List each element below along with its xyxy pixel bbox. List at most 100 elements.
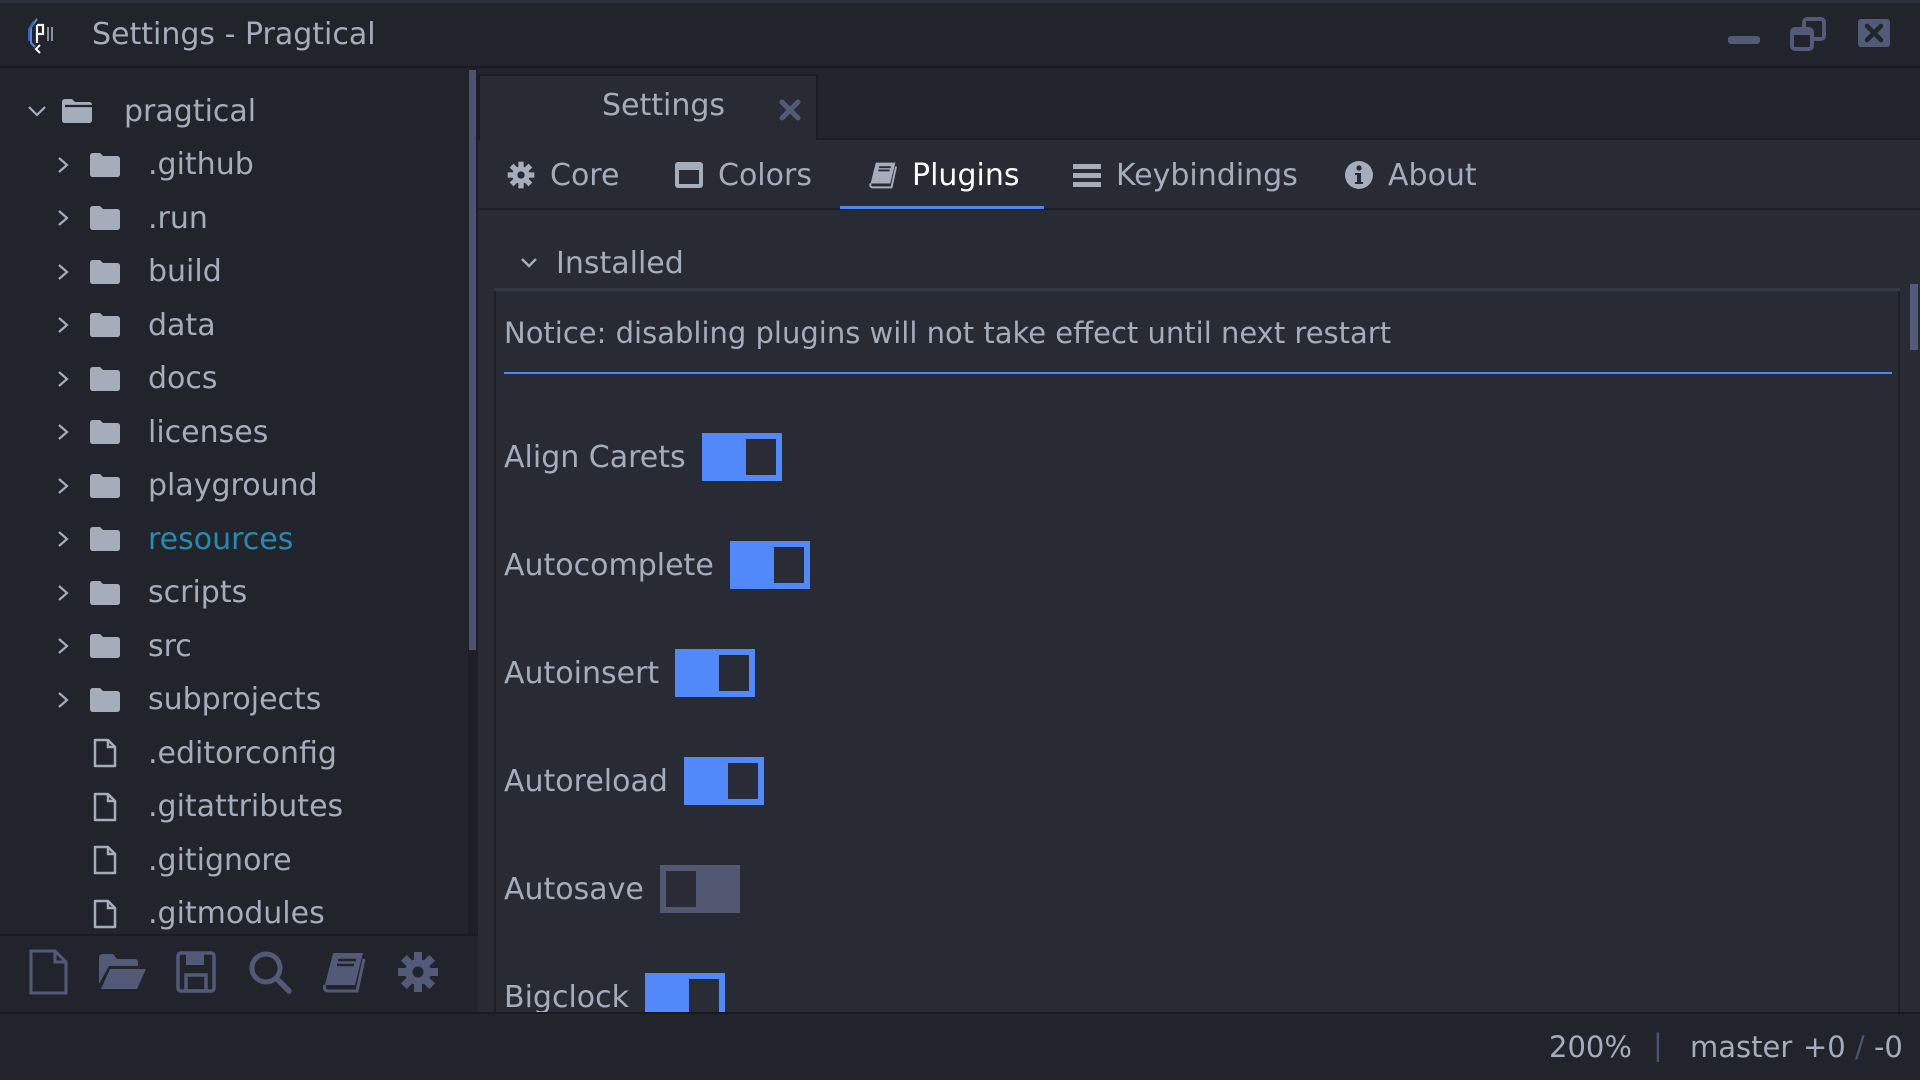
tree-item-label: .editorconfig <box>148 735 337 771</box>
settings-nav: Core Colors Plugins Keybindings About <box>478 140 1920 210</box>
chevron-right-icon[interactable] <box>52 528 74 550</box>
tree-item-label: playground <box>148 468 318 503</box>
tree-item-label: .run <box>148 200 208 236</box>
save-button[interactable] <box>174 950 218 998</box>
folder-icon <box>88 150 122 180</box>
tree-folder-item[interactable]: pragtical <box>26 86 256 136</box>
toggle-knob <box>773 547 804 583</box>
nav-tab-label: About <box>1388 157 1477 193</box>
file-icon <box>88 738 122 768</box>
tree-folder-item[interactable]: .github <box>52 140 254 190</box>
folder-icon <box>88 631 122 661</box>
tree-item-label: .github <box>148 147 254 182</box>
tree-item-label: .gitignore <box>148 842 292 878</box>
notice-divider <box>504 372 1892 374</box>
tree-folder-item[interactable]: playground <box>52 461 318 511</box>
nav-tab-label: Colors <box>718 157 812 193</box>
chevron-right-icon[interactable] <box>52 207 74 229</box>
tree-folder-item[interactable]: resources <box>52 514 293 564</box>
git-branch[interactable]: master <box>1690 1030 1792 1064</box>
plugin-toggle[interactable] <box>729 541 810 589</box>
toggle-knob <box>719 655 750 691</box>
tree-file-item[interactable]: .gitignore <box>52 835 292 885</box>
save-icon <box>176 951 216 997</box>
file-tree-sidebar: pragtical .github .run build data docs license… <box>0 68 468 934</box>
tree-folder-item[interactable]: licenses <box>52 407 268 457</box>
chevron-right-icon[interactable] <box>52 261 74 283</box>
tree-folder-item[interactable]: .run <box>52 193 208 243</box>
status-separator: | <box>1653 1028 1663 1062</box>
new-file-icon <box>28 949 68 999</box>
plugin-label: Bigclock <box>504 979 630 1015</box>
nav-tab-plugins[interactable]: Plugins <box>868 140 1019 210</box>
window-title: Settings - Pragtical <box>92 17 376 52</box>
chevron-right-icon[interactable] <box>52 154 74 176</box>
tab-settings[interactable]: Settings <box>478 74 818 140</box>
git-deletions: -0 <box>1873 1030 1903 1064</box>
folder-icon <box>88 203 122 233</box>
tree-item-label: data <box>148 307 216 343</box>
toggle-knob <box>727 763 758 799</box>
title-bar: Settings - Pragtical <box>0 0 1920 68</box>
tree-folder-item[interactable]: subprojects <box>52 675 321 725</box>
plugin-label: Autoinsert <box>504 655 660 691</box>
close-window-button[interactable] <box>1856 17 1890 51</box>
file-icon <box>88 845 122 875</box>
zoom-level[interactable]: 200% <box>1549 1030 1632 1064</box>
tree-file-item[interactable]: .gitmodules <box>52 889 325 939</box>
tree-folder-item[interactable]: scripts <box>52 568 247 618</box>
tree-folder-item[interactable]: src <box>52 621 192 671</box>
search-button[interactable] <box>248 950 292 998</box>
plugin-toggle[interactable] <box>675 649 756 697</box>
tree-item-label: src <box>148 628 192 664</box>
nav-tab-colors[interactable]: Colors <box>674 140 812 210</box>
installed-section-header[interactable]: Installed <box>518 238 684 288</box>
new-file-button[interactable] <box>26 949 70 999</box>
book-icon <box>868 160 898 190</box>
plugin-row: Autoreload <box>504 757 764 805</box>
git-diff-stats: +0 / -0 <box>1803 1030 1903 1064</box>
restore-button[interactable] <box>1790 17 1826 51</box>
tab-strip: Settings <box>478 68 1920 140</box>
active-tab-indicator <box>840 206 1044 209</box>
chevron-down-icon[interactable] <box>26 100 48 122</box>
chevron-right-icon[interactable] <box>52 314 74 336</box>
chevron-right-icon[interactable] <box>52 475 74 497</box>
nav-tab-keybindings[interactable]: Keybindings <box>1072 140 1298 210</box>
chevron-right-icon[interactable] <box>52 368 74 390</box>
plugin-row: Autocomplete <box>504 541 810 589</box>
tree-folder-item[interactable]: data <box>52 300 216 350</box>
docs-button[interactable] <box>322 950 366 998</box>
tree-folder-item[interactable]: docs <box>52 354 218 404</box>
settings-scrollbar-thumb[interactable] <box>1910 284 1918 350</box>
chevron-right-icon[interactable] <box>52 582 74 604</box>
nav-tab-label: Plugins <box>912 157 1020 193</box>
search-icon <box>247 949 293 999</box>
nav-tab-about[interactable]: About <box>1344 140 1477 210</box>
folder-icon <box>88 364 122 394</box>
plugin-toggle[interactable] <box>659 865 740 913</box>
tree-file-item[interactable]: .gitattributes <box>52 782 343 832</box>
minimize-button[interactable] <box>1726 17 1760 51</box>
sidebar-scrollbar-thumb[interactable] <box>469 70 476 650</box>
plugin-toggle[interactable] <box>701 433 782 481</box>
tab-label: Settings <box>602 88 726 123</box>
plugin-row: Align Carets <box>504 433 782 481</box>
tree-item-label: .gitattributes <box>148 789 344 824</box>
chevron-right-icon[interactable] <box>52 689 74 711</box>
git-diff-separator: / <box>1854 1030 1865 1064</box>
close-tab-icon[interactable] <box>778 98 802 122</box>
plugin-toggle[interactable] <box>683 757 764 805</box>
open-folder-button[interactable] <box>99 950 146 998</box>
folder-icon <box>88 471 122 501</box>
chevron-right-icon[interactable] <box>52 635 74 657</box>
folder-icon <box>88 685 122 715</box>
tree-file-item[interactable]: .editorconfig <box>52 728 337 778</box>
tree-item-label: subprojects <box>148 682 322 717</box>
sidebar-toolbar <box>0 934 478 1012</box>
settings-button[interactable] <box>396 950 440 998</box>
nav-tab-core[interactable]: Core <box>506 140 619 210</box>
tree-folder-item[interactable]: build <box>52 247 222 297</box>
chevron-right-icon[interactable] <box>52 421 74 443</box>
